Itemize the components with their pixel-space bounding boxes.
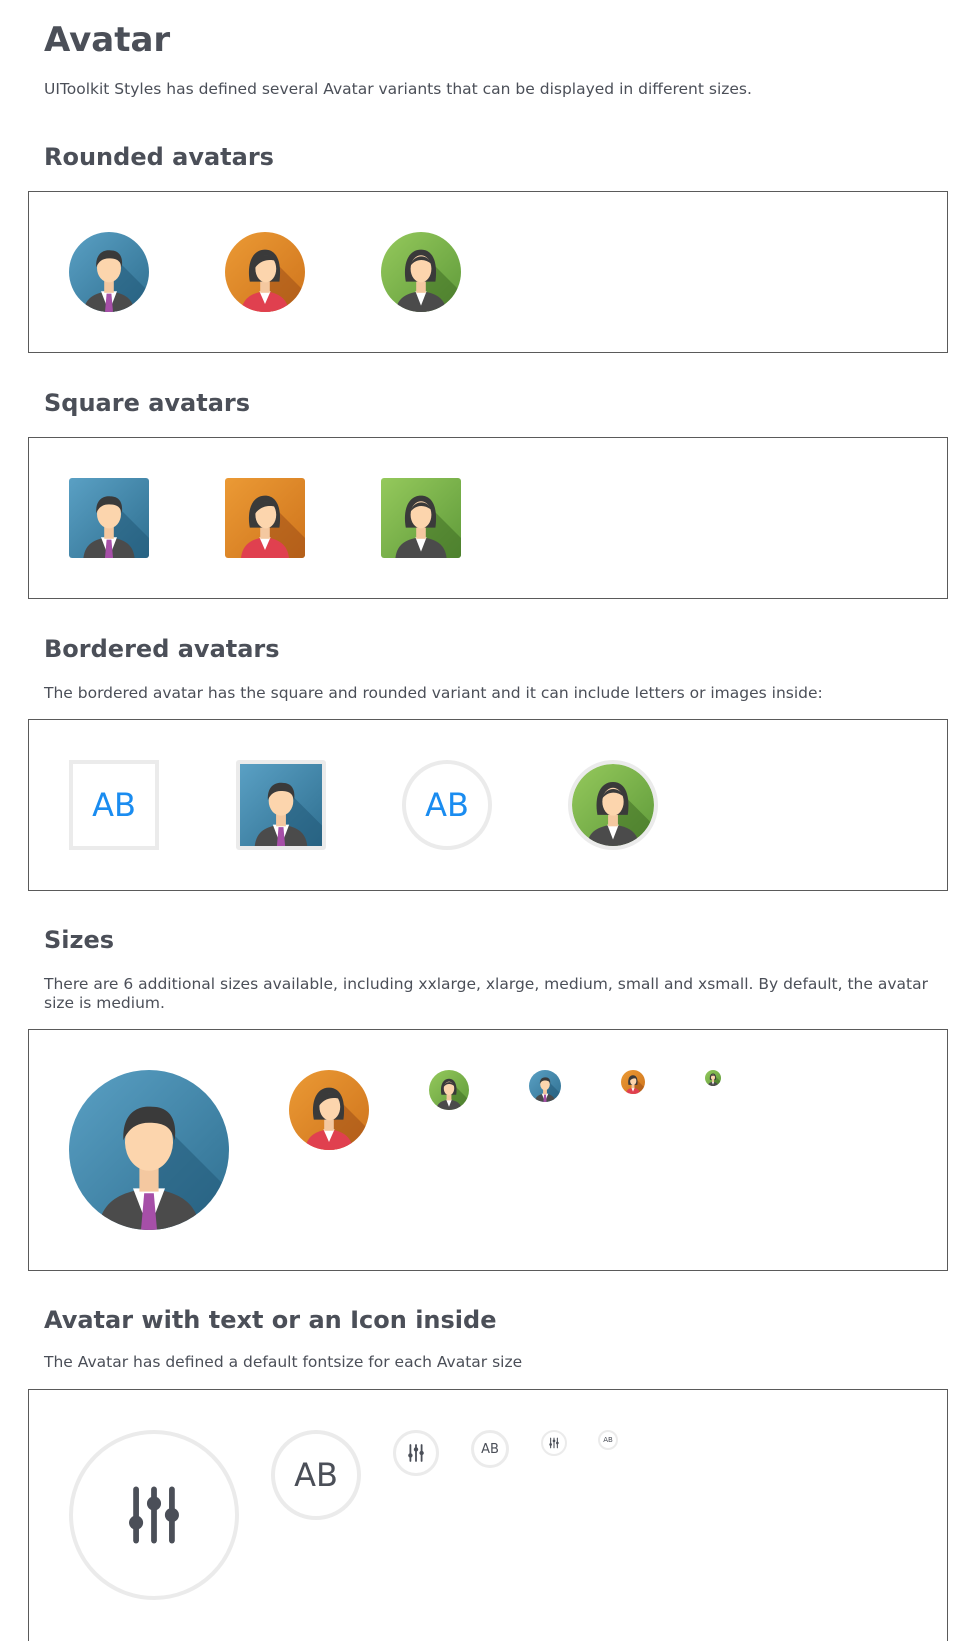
bordered-avatars-panel: AB AB: [28, 719, 948, 891]
avatar-bordered-round-image: [568, 760, 658, 850]
avatar-text-xsmall: AB: [598, 1430, 618, 1450]
bordered-avatars-description: The bordered avatar has the square and r…: [44, 684, 823, 702]
avatar-size-medium: [529, 1070, 561, 1102]
page-intro: UIToolkit Styles has defined several Ava…: [44, 80, 752, 98]
person-woman-icon: [225, 478, 305, 558]
avatar-icon-small: [541, 1430, 567, 1456]
person-man-icon: [240, 764, 322, 846]
page-title: Avatar: [44, 20, 171, 60]
rounded-avatars-panel: [28, 191, 948, 353]
avatar-woman-green-rounded: [381, 232, 461, 312]
avatar-size-small: [621, 1070, 645, 1094]
sliders-icon: [548, 1437, 560, 1449]
avatar-text-medium: AB: [471, 1430, 509, 1468]
square-avatars-heading: Square avatars: [44, 389, 251, 417]
person-woman-icon: [572, 764, 654, 846]
avatar-icon-xxlarge: [69, 1430, 239, 1600]
text-icon-panel: AB AB AB: [28, 1389, 948, 1641]
text-icon-description: The Avatar has defined a default fontsiz…: [44, 1353, 523, 1371]
sliders-icon: [406, 1443, 426, 1463]
avatar-icon-large: [393, 1430, 439, 1476]
sizes-panel: [28, 1029, 948, 1271]
avatar-size-xlarge: [289, 1070, 369, 1150]
sizes-description: There are 6 additional sizes available, …: [44, 975, 928, 1012]
person-man-icon: [69, 1070, 229, 1230]
avatar-woman-green-square: [381, 478, 461, 558]
person-woman-icon: [621, 1070, 645, 1094]
person-man-icon: [69, 232, 149, 312]
person-woman-icon: [429, 1070, 469, 1110]
avatar-size-large: [429, 1070, 469, 1110]
sizes-heading: Sizes: [44, 926, 115, 954]
bordered-avatars-heading: Bordered avatars: [44, 635, 280, 663]
avatar-man-square: [69, 478, 149, 558]
person-woman-icon: [225, 232, 305, 312]
person-woman-icon: [381, 478, 461, 558]
text-icon-heading: Avatar with text or an Icon inside: [44, 1306, 497, 1334]
avatar-man-rounded: [69, 232, 149, 312]
person-woman-icon: [289, 1070, 369, 1150]
sliders-icon: [122, 1483, 186, 1547]
square-avatars-panel: [28, 437, 948, 599]
person-man-icon: [69, 478, 149, 558]
avatar-bordered-round-initials: AB: [402, 760, 492, 850]
rounded-avatars-heading: Rounded avatars: [44, 143, 274, 171]
avatar-woman-orange-square: [225, 478, 305, 558]
avatar-bordered-square-initials: AB: [69, 760, 159, 850]
avatar-bordered-square-image: [236, 760, 326, 850]
avatar-text-xlarge: AB: [271, 1430, 361, 1520]
avatar-size-xxlarge: [69, 1070, 229, 1230]
avatar-size-xsmall: [705, 1070, 721, 1086]
person-woman-icon: [381, 232, 461, 312]
person-man-icon: [529, 1070, 561, 1102]
person-woman-icon: [705, 1070, 721, 1086]
avatar-woman-orange-rounded: [225, 232, 305, 312]
